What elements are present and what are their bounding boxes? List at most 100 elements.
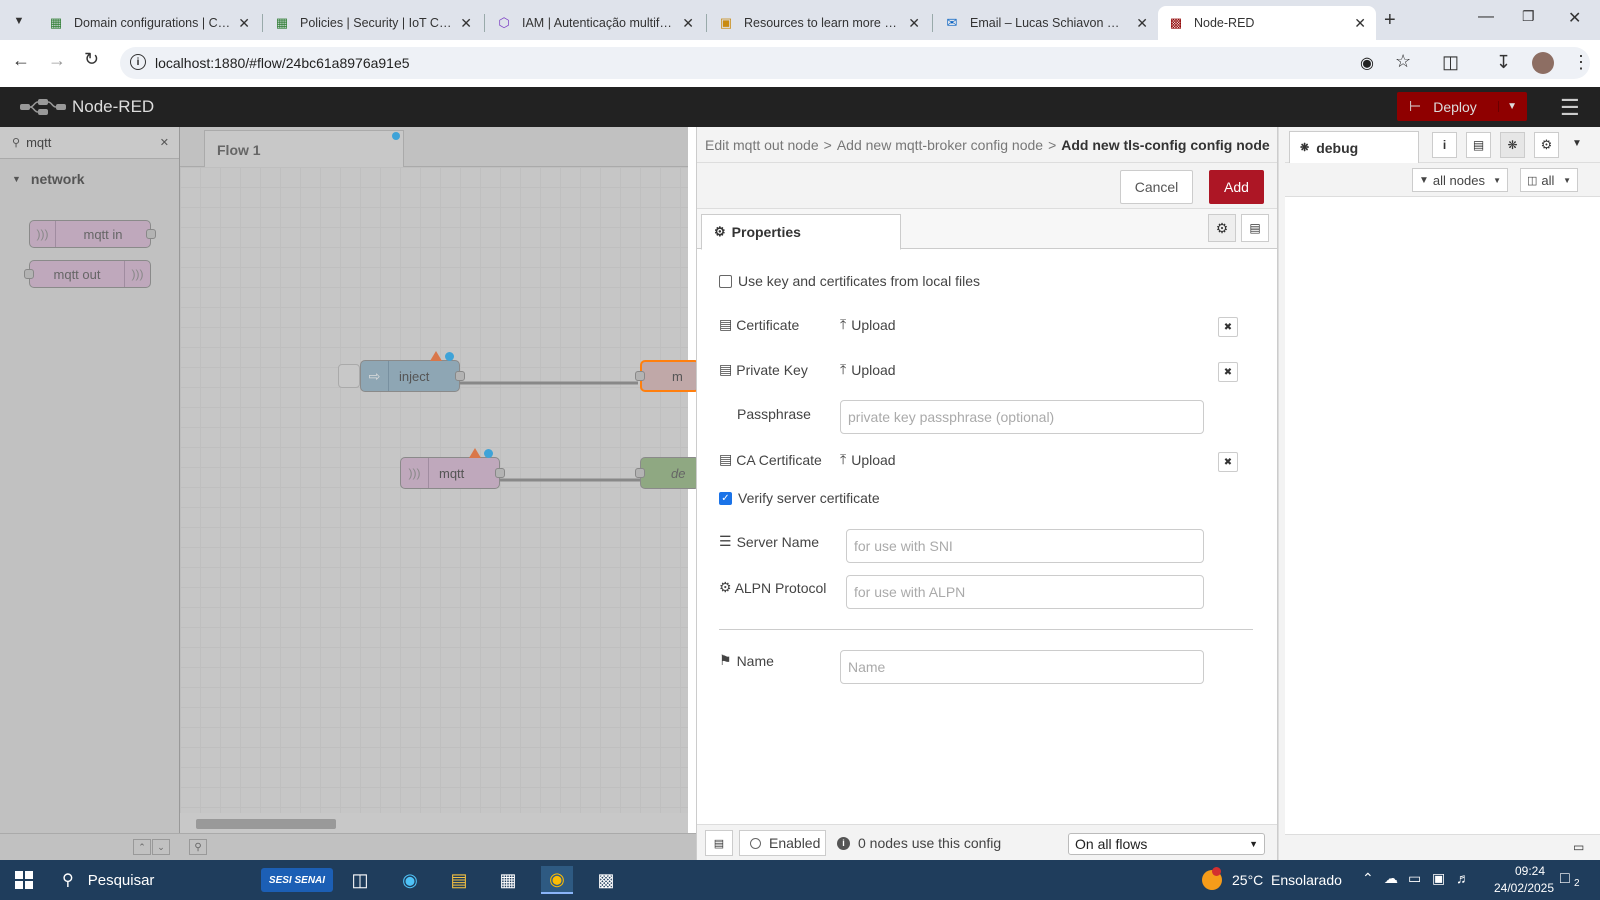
passphrase-input[interactable]: private key passphrase (optional) [840,400,1204,434]
deploy-dropdown-icon[interactable]: ▼ [1498,101,1517,112]
horizontal-scrollbar[interactable] [190,817,680,829]
private-key-clear-button[interactable]: ✖ [1218,362,1238,382]
inject-trigger-button[interactable] [338,364,360,388]
palette-search-input[interactable]: mqtt [26,135,51,150]
collapse-up-icon[interactable]: ⌃ [133,839,151,855]
chevron-up-icon[interactable]: ⌃ [1362,870,1374,887]
flow-node-debug[interactable]: de [635,457,700,489]
reload-button[interactable]: ↻ [84,49,99,70]
tab-debug[interactable]: ❋ debug [1289,131,1419,164]
new-tab-button[interactable]: + [1384,9,1396,32]
add-button[interactable]: Add [1209,170,1264,204]
close-window-button[interactable]: ✕ [1568,8,1581,28]
taskbar-search[interactable]: ⚲ Pesquisar [50,860,255,900]
windows-start-icon[interactable] [8,866,40,894]
back-button[interactable]: ← [12,50,30,71]
output-port[interactable] [495,468,505,478]
extensions-icon[interactable]: ◫ [1442,52,1459,73]
flow-node-mqtt-out-selected[interactable]: m [635,360,700,392]
config-gear-icon[interactable]: ⚙ [1534,132,1559,158]
browser-tab[interactable]: ▦ Domain configurations | Con ✕ [38,6,260,40]
scope-select[interactable]: On all flows ▼ [1068,833,1265,855]
input-port[interactable] [635,468,645,478]
output-port[interactable] [455,371,465,381]
main-menu-icon[interactable]: ☰ [1560,95,1580,121]
clock-date[interactable]: 24/02/2025 [1482,881,1566,895]
file-explorer-icon[interactable]: ▤ [443,866,475,894]
help-book-icon[interactable]: ▤ [1466,132,1491,158]
monitor-icon[interactable]: ▭ [1573,840,1584,854]
enabled-toggle[interactable]: Enabled [739,830,826,856]
server-name-input[interactable]: for use with SNI [846,529,1204,563]
debug-bug-icon[interactable]: ❋ [1500,132,1525,158]
task-view-icon[interactable]: ◫ [344,866,376,894]
forward-button[interactable]: → [48,50,66,71]
address-bar[interactable]: i localhost:1880/#flow/24bc61a8976a91e5 … [120,47,1590,79]
browser-tab[interactable]: ⬡ IAM | Autenticação multifato ✕ [486,6,704,40]
palette-node-mqtt-in[interactable]: ))) mqtt in [29,220,156,248]
alpn-input[interactable]: for use with ALPN [846,575,1204,609]
flow-canvas[interactable] [180,167,688,813]
clear-search-icon[interactable]: ✕ [160,136,169,149]
close-tab-icon[interactable]: ✕ [238,15,250,32]
tab-properties[interactable]: ⚙ Properties [701,214,901,250]
clear-debug-button[interactable]: ◫ all ▼ [1520,168,1578,192]
collapse-down-icon[interactable]: ⌄ [152,839,170,855]
chrome-icon[interactable]: ◉ [541,866,573,894]
sidebar-separator[interactable] [1278,127,1285,860]
browser-tab[interactable]: ✉ Email – Lucas Schiavon Calu ✕ [934,6,1158,40]
download-icon[interactable]: ↧ [1496,52,1511,73]
ca-certificate-upload-button[interactable]: ⤒ Upload [840,451,896,468]
private-key-upload-button[interactable]: ⤒ Upload [840,361,896,378]
terminal-icon[interactable]: ▩ [590,866,622,894]
close-tab-icon[interactable]: ✕ [1136,15,1148,32]
microsoft-store-icon[interactable]: ▦ [492,866,524,894]
certificate-clear-button[interactable]: ✖ [1218,317,1238,337]
breadcrumb-link[interactable]: Edit mqtt out node [705,137,819,153]
palette-category-header[interactable]: ▼ network [0,165,179,193]
deploy-button[interactable]: ⊢ Deploy ▼ [1397,92,1527,121]
output-port[interactable] [146,229,156,239]
browser-tab[interactable]: ▦ Policies | Security | IoT Core | ✕ [264,6,482,40]
flow-node-mqtt-in[interactable]: ))) mqtt [400,457,505,489]
weather-text[interactable]: 25°C Ensolarado [1232,872,1342,888]
sesi-senai-badge[interactable]: SESI SENAI [261,868,333,892]
use-local-files-checkbox[interactable] [719,274,732,288]
zoom-search-icon[interactable]: ⚲ [189,839,207,855]
restore-button[interactable]: ❐ [1522,8,1535,25]
network-icon[interactable]: ☁ [1384,870,1398,887]
password-key-icon[interactable]: ◉ [1360,53,1374,73]
wifi-icon[interactable]: ▣ [1432,870,1445,887]
volume-muted-icon[interactable]: ♬ [1456,870,1470,886]
minimize-button[interactable]: — [1478,8,1494,26]
node-settings-gear-icon[interactable]: ⚙ [1208,214,1236,242]
close-tab-icon[interactable]: ✕ [1354,15,1366,32]
input-port[interactable] [635,371,645,381]
filter-nodes-button[interactable]: ▼ all nodes ▼ [1412,168,1508,192]
browser-tab[interactable]: ▣ Resources to learn more abo ✕ [708,6,930,40]
tab-flow-1[interactable]: Flow 1 [204,130,404,168]
verify-checkbox[interactable]: ✓ [719,491,732,505]
close-tab-icon[interactable]: ✕ [908,15,920,32]
close-tab-icon[interactable]: ✕ [682,15,694,32]
site-info-icon[interactable]: i [130,54,146,70]
sidebar-menu-chevron-icon[interactable]: ▼ [1572,138,1582,149]
clock-time[interactable]: 09:24 [1506,864,1554,878]
scrollbar-thumb[interactable] [196,819,336,829]
profile-avatar[interactable] [1532,52,1554,74]
flow-node-inject[interactable]: ⇨ inject [360,360,465,392]
display-icon[interactable]: ▭ [1408,870,1421,887]
browser-tab-active[interactable]: ▩ Node-RED ✕ [1158,6,1376,40]
name-input[interactable]: Name [840,650,1204,684]
cancel-button[interactable]: Cancel [1120,170,1193,204]
input-port[interactable] [24,269,34,279]
notifications-icon[interactable]: □ [1560,870,1570,888]
ca-certificate-clear-button[interactable]: ✖ [1218,452,1238,472]
browser-menu-icon[interactable]: ⋮ [1572,52,1590,73]
info-tab-icon[interactable]: i [1432,132,1457,158]
node-description-icon[interactable]: ▤ [1241,214,1269,242]
palette-node-mqtt-out[interactable]: mqtt out ))) [24,260,151,288]
close-tab-icon[interactable]: ✕ [460,15,472,32]
breadcrumb-link[interactable]: Add new mqtt-broker config node [837,137,1043,153]
node-help-icon[interactable]: ▤ [705,830,733,856]
